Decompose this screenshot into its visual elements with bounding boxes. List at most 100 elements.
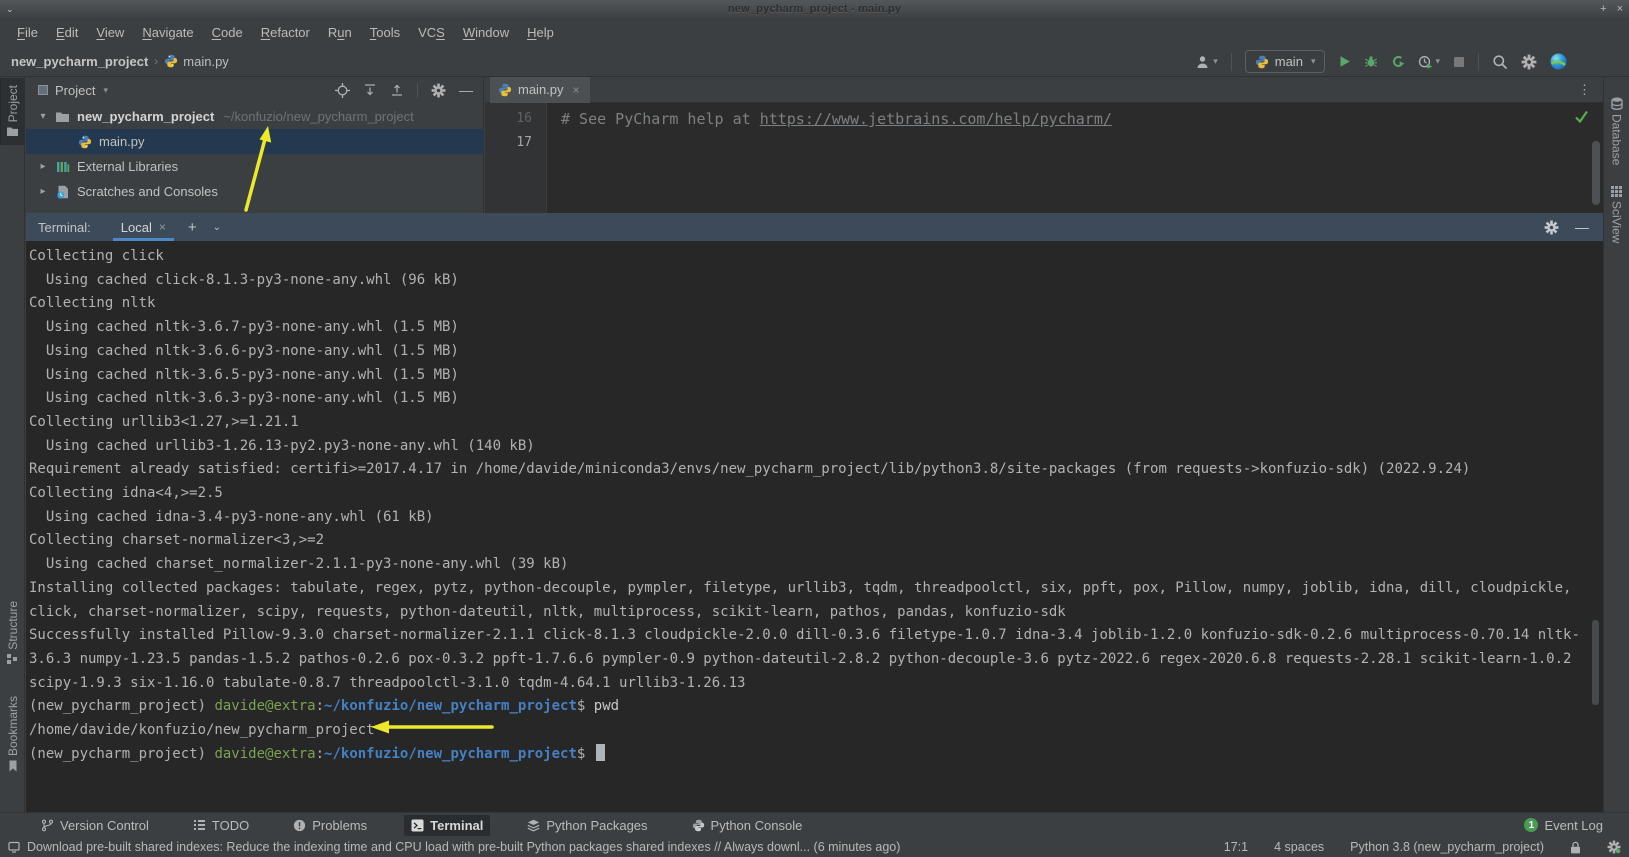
menu-tools[interactable]: Tools bbox=[361, 21, 409, 44]
menu-run[interactable]: Run bbox=[319, 21, 361, 44]
terminal-output[interactable]: Collecting click Using cached click-8.1.… bbox=[26, 241, 1603, 812]
stop-button[interactable] bbox=[1453, 56, 1465, 68]
toolwindow-label: TODO bbox=[212, 818, 249, 833]
breadcrumb-project[interactable]: new_pycharm_project bbox=[11, 54, 148, 69]
terminal-line: Using cached nltk-3.6.5-py3-none-any.whl… bbox=[29, 364, 1603, 388]
menu-edit[interactable]: Edit bbox=[47, 21, 87, 44]
event-log-button[interactable]: 1 Event Log bbox=[1524, 818, 1603, 833]
menu-view[interactable]: View bbox=[87, 21, 133, 44]
terminal-line: Using cached urllib3-1.26.13-py2.py3-non… bbox=[29, 435, 1603, 459]
interpreter[interactable]: Python 3.8 (new_pycharm_project) bbox=[1350, 840, 1544, 854]
hide-panel-icon[interactable]: — bbox=[459, 82, 473, 98]
stripe-tab-structure[interactable]: Structure bbox=[0, 595, 25, 670]
terminal-line: 3.6.3 numpy-1.23.5 pandas-1.5.2 pathos-0… bbox=[29, 648, 1603, 672]
indent-style[interactable]: 4 spaces bbox=[1274, 840, 1324, 854]
hide-terminal-icon[interactable]: — bbox=[1575, 219, 1589, 235]
promo-sphere-icon[interactable] bbox=[1550, 53, 1567, 70]
toolwindow-python-packages[interactable]: Python Packages bbox=[520, 815, 654, 836]
tree-chevron-icon[interactable]: ▸ bbox=[36, 186, 50, 197]
editor-scrollbar-thumb[interactable] bbox=[1592, 141, 1600, 205]
stripe-tab-sciview-label: SciView bbox=[1610, 201, 1624, 243]
tree-item-main-py[interactable]: main.py bbox=[26, 129, 484, 154]
indexing-gear-icon[interactable] bbox=[1607, 840, 1621, 854]
tree-chevron-icon[interactable]: ▾ bbox=[36, 111, 50, 122]
menu-file[interactable]: File bbox=[8, 21, 47, 44]
run-configuration-select[interactable]: main ▾ bbox=[1245, 50, 1326, 73]
menu-navigate[interactable]: Navigate bbox=[133, 21, 202, 44]
libraries-icon bbox=[54, 160, 71, 173]
toolwindow-version-control[interactable]: Version Control bbox=[34, 815, 156, 836]
terminal-settings-gear-icon[interactable] bbox=[1544, 220, 1559, 235]
search-everywhere-button[interactable] bbox=[1492, 54, 1508, 70]
toolwindow-problems[interactable]: Problems bbox=[286, 815, 374, 836]
toolwindow-python-console[interactable]: Python Console bbox=[685, 815, 810, 836]
python-file-icon bbox=[164, 54, 178, 68]
stripe-tab-project[interactable]: Project bbox=[0, 78, 25, 145]
code-editor[interactable]: 16 17 # See PyCharm help at https://www.… bbox=[485, 103, 1603, 213]
tree-item-new-pycharm-project[interactable]: ▾ new_pycharm_project ~/konfuzio/new_pycha… bbox=[26, 104, 484, 129]
project-panel-title: Project bbox=[55, 83, 95, 98]
toolbar-divider bbox=[1231, 53, 1232, 71]
right-tool-stripe: Database SciView bbox=[1603, 77, 1629, 812]
toolwindow-label: Problems bbox=[312, 818, 367, 833]
menu-window[interactable]: Window bbox=[454, 21, 518, 44]
tree-item-label: Scratches and Consoles bbox=[77, 184, 218, 199]
stripe-tab-project-label: Project bbox=[6, 85, 20, 122]
python-icon bbox=[76, 135, 93, 149]
tree-item-path: ~/konfuzio/new_pycharm_project bbox=[223, 109, 413, 124]
breadcrumb-separator-icon: › bbox=[154, 54, 158, 68]
tree-chevron-icon[interactable]: ▸ bbox=[36, 161, 50, 172]
user-account-button[interactable]: ▾ bbox=[1195, 55, 1218, 69]
terminal-line: Using cached nltk-3.6.3-py3-none-any.whl… bbox=[29, 387, 1603, 411]
project-settings-gear-icon[interactable] bbox=[431, 83, 446, 98]
inspections-ok-check-icon[interactable] bbox=[1574, 110, 1589, 123]
lock-icon[interactable] bbox=[1570, 841, 1581, 854]
close-terminal-tab-icon[interactable]: × bbox=[159, 220, 166, 234]
code-comment-link[interactable]: https://www.jetbrains.com/help/pycharm/ bbox=[760, 110, 1112, 128]
toolwindow-terminal[interactable]: Terminal bbox=[404, 815, 490, 836]
database-icon bbox=[1611, 97, 1623, 110]
editor-tab-mainpy[interactable]: main.py × bbox=[490, 77, 590, 103]
tab-options-kebab-icon[interactable]: ⋮ bbox=[1578, 82, 1591, 98]
debug-button[interactable] bbox=[1364, 55, 1378, 68]
project-tree: ▾ new_pycharm_project ~/konfuzio/new_pycha… bbox=[26, 104, 484, 204]
terminal-panel-title: Terminal: bbox=[38, 220, 91, 235]
project-panel-header[interactable]: Project ▾ — bbox=[26, 77, 483, 103]
stripe-tab-sciview[interactable]: SciView bbox=[1604, 180, 1629, 249]
menu-help[interactable]: Help bbox=[518, 21, 563, 44]
run-button[interactable] bbox=[1338, 55, 1351, 68]
tree-item-label: new_pycharm_project bbox=[77, 109, 214, 124]
close-button[interactable]: × bbox=[1617, 3, 1623, 15]
run-with-coverage-button[interactable] bbox=[1391, 55, 1405, 68]
prompt-cwd: ~/konfuzio/new_pycharm_project bbox=[324, 746, 577, 762]
title-bar: ⌄ new_pycharm_project - main.py + × bbox=[0, 0, 1629, 18]
terminal-tab-local[interactable]: Local × bbox=[113, 213, 174, 241]
tree-item-external-libraries[interactable]: ▸External Libraries bbox=[26, 154, 484, 179]
menu-refactor[interactable]: Refactor bbox=[252, 21, 319, 44]
settings-gear-icon[interactable] bbox=[1521, 54, 1537, 70]
terminal-sessions-chevron-icon[interactable]: ⌄ bbox=[213, 222, 221, 233]
locate-file-icon[interactable] bbox=[335, 83, 350, 98]
tree-item-scratches-and-consoles[interactable]: ▸ Scratches and Consoles bbox=[26, 179, 484, 204]
stripe-tab-structure-label: Structure bbox=[6, 601, 20, 650]
stripe-tab-database[interactable]: Database bbox=[1604, 91, 1629, 171]
toolwindow-todo[interactable]: TODO bbox=[186, 815, 256, 836]
close-tab-icon[interactable]: × bbox=[573, 83, 580, 97]
maximize-button[interactable]: + bbox=[1600, 3, 1606, 15]
breadcrumb-file[interactable]: main.py bbox=[183, 54, 229, 69]
python-file-icon bbox=[498, 83, 512, 97]
menu-vcs[interactable]: VCS bbox=[409, 21, 454, 44]
menu-code[interactable]: Code bbox=[203, 21, 252, 44]
profiler-button[interactable]: ▾ bbox=[1418, 55, 1440, 69]
new-terminal-session-icon[interactable]: + bbox=[188, 219, 197, 236]
collapse-all-icon[interactable] bbox=[390, 83, 404, 97]
terminal-scrollbar-thumb[interactable] bbox=[1592, 620, 1599, 705]
run-toolbar: ▾ main ▾ ▾ bbox=[1195, 46, 1567, 77]
caret-position[interactable]: 17:1 bbox=[1224, 840, 1248, 854]
chevron-down-icon: ▾ bbox=[103, 85, 108, 96]
terminal-line: Using cached charset_normalizer-2.1.1-py… bbox=[29, 553, 1603, 577]
status-message[interactable]: Download pre-built shared indexes: Reduc… bbox=[27, 840, 900, 854]
expand-all-icon[interactable] bbox=[363, 83, 377, 97]
structure-icon bbox=[7, 654, 18, 664]
stripe-tab-bookmarks[interactable]: Bookmarks bbox=[0, 690, 25, 778]
